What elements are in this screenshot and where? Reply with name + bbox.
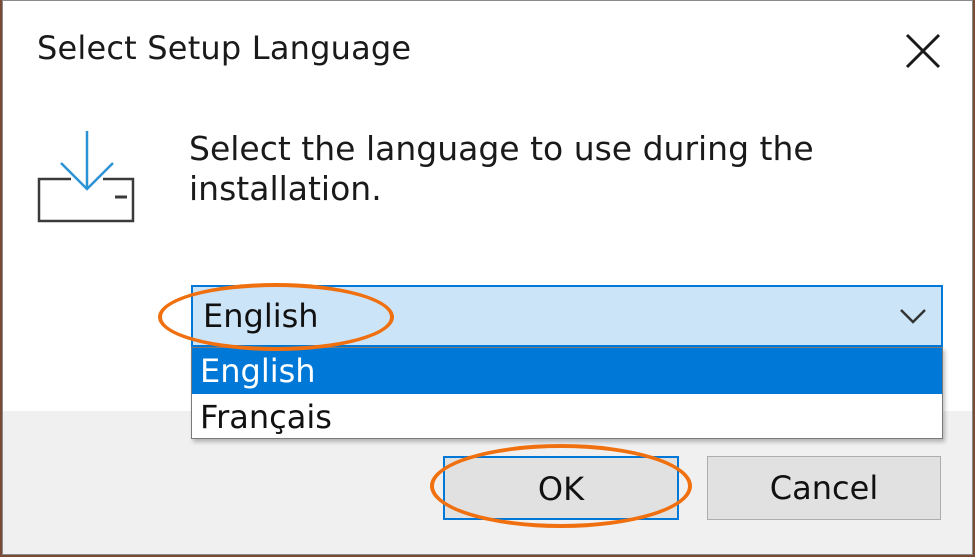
setup-language-dialog: Select Setup Language Select the languag… [2, 0, 973, 555]
language-option-english[interactable]: English [192, 348, 942, 394]
dialog-title: Select Setup Language [37, 29, 412, 67]
cancel-button[interactable]: Cancel [707, 456, 941, 520]
language-select[interactable]: English [191, 285, 943, 347]
close-button[interactable] [891, 19, 955, 83]
language-select-value: English [203, 297, 319, 335]
instruction-text: Select the language to use during the in… [189, 129, 814, 208]
download-install-icon [37, 129, 137, 225]
ok-button[interactable]: OK [443, 456, 679, 520]
chevron-down-icon [900, 309, 926, 324]
language-option-francais[interactable]: Français [192, 394, 942, 440]
language-dropdown-list: English Français [191, 347, 943, 439]
close-icon [905, 33, 941, 69]
